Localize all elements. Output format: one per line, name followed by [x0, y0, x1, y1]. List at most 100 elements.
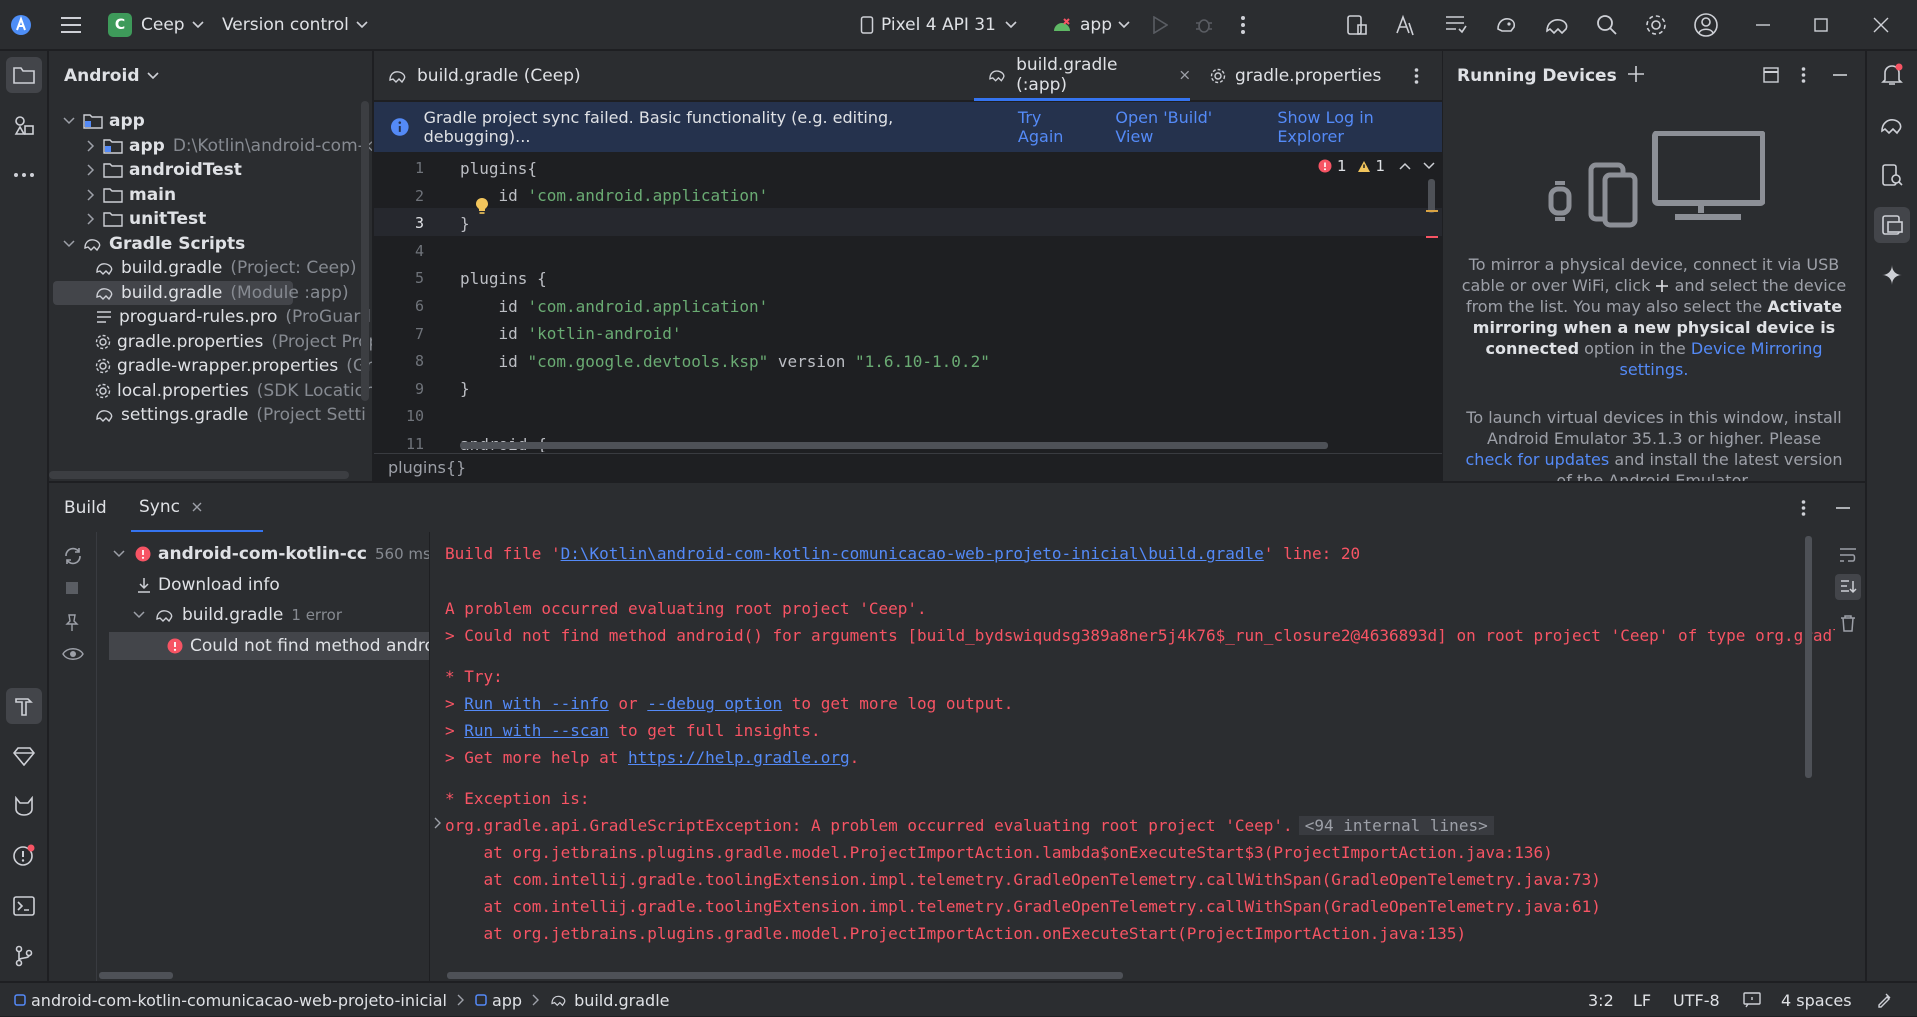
build-tree-scrollbar[interactable]	[99, 972, 173, 979]
editor-horizontal-scrollbar[interactable]	[460, 442, 1328, 449]
chevron-right-icon[interactable]	[87, 213, 95, 225]
chevron-down-icon[interactable]	[63, 117, 75, 125]
device-manager-icon[interactable]	[1345, 0, 1369, 50]
project-tree-item[interactable]: app D:\Kotlin\android-com-ko	[49, 134, 372, 158]
problems-icon[interactable]	[6, 838, 42, 874]
project-tree-item[interactable]: gradle-wrapper.properties(Gra	[49, 354, 372, 378]
minimize-window-icon[interactable]	[1755, 0, 1771, 50]
clear-trash-icon[interactable]	[1840, 614, 1856, 632]
intention-bulb-icon[interactable]	[475, 197, 489, 215]
chevron-right-icon[interactable]	[87, 139, 95, 152]
soft-wrap-icon[interactable]	[1838, 546, 1858, 564]
more-tools-icon[interactable]	[6, 157, 42, 193]
try-again-link[interactable]: Try Again	[1018, 108, 1090, 146]
fold-chevron-icon[interactable]	[434, 817, 442, 829]
build-hammer-icon[interactable]	[6, 688, 42, 724]
scroll-to-end-icon[interactable]	[1835, 574, 1861, 600]
main-menu-icon[interactable]	[60, 0, 82, 50]
more-actions-icon[interactable]	[1240, 0, 1246, 50]
build-tree-item[interactable]: Download info	[97, 571, 429, 599]
version-control-menu[interactable]: Version control	[222, 0, 368, 50]
gemini-sparkle-icon[interactable]	[1874, 257, 1910, 293]
sync-refresh-icon[interactable]	[63, 546, 83, 566]
build-tree-item[interactable]: Could not find method andro	[109, 631, 429, 660]
chevron-right-icon[interactable]	[87, 164, 95, 176]
chevron-down-icon[interactable]	[113, 550, 125, 558]
project-tree-item[interactable]: build.gradle (Project: Ceep)	[49, 256, 372, 280]
editor-vertical-scrollbar[interactable]	[1428, 179, 1435, 213]
indent-setting[interactable]: 4 spaces	[1781, 983, 1852, 1017]
inspection-widget[interactable]: 1 1	[1318, 156, 1435, 176]
chevron-right-icon[interactable]	[87, 188, 95, 201]
build-file-link[interactable]: D:\Kotlin\android-com-kotlin-comunicacao…	[561, 544, 1264, 563]
build-console[interactable]: Build file ' D:\Kotlin\android-com-kotlin…	[431, 532, 1835, 981]
translate-icon[interactable]	[1394, 0, 1418, 50]
tab-gradle-properties[interactable]: gradle.properties	[1210, 51, 1381, 101]
project-tree-item[interactable]: Gradle Scripts	[49, 232, 372, 256]
run-with-info-link[interactable]: Run with --info	[464, 694, 609, 713]
project-tree-item[interactable]: gradle.properties (Project Prop	[49, 330, 372, 354]
resource-manager-icon[interactable]	[6, 107, 42, 143]
show-log-link[interactable]: Show Log in Explorer	[1277, 108, 1442, 146]
project-tree-item[interactable]: unitTest	[49, 207, 372, 231]
breadcrumb-module[interactable]: app	[492, 991, 522, 1010]
build-tool-title[interactable]: Build	[64, 483, 107, 533]
project-tree-item[interactable]: proguard-rules.pro (ProGuard R	[49, 305, 372, 329]
build-options-icon[interactable]	[1801, 499, 1806, 517]
running-devices-icon[interactable]	[1874, 207, 1910, 243]
run-button[interactable]	[1152, 0, 1168, 50]
gradle-tool-icon[interactable]	[1874, 107, 1910, 143]
project-switcher[interactable]: C Ceep	[108, 0, 204, 50]
run-config-selector[interactable]: app	[1052, 0, 1130, 50]
tab-build-gradle-ceep[interactable]: build.gradle (Ceep)	[388, 51, 581, 101]
close-tab-icon[interactable]	[1180, 70, 1190, 80]
project-horizontal-scrollbar[interactable]	[49, 471, 349, 479]
terminal-icon[interactable]	[6, 888, 42, 924]
tab-options-icon[interactable]	[1414, 51, 1419, 101]
code-breadcrumb[interactable]: plugins{}	[374, 453, 1442, 481]
maximize-window-icon[interactable]	[1814, 0, 1828, 50]
notifications-bell-icon[interactable]	[1874, 57, 1910, 93]
project-scrollbar[interactable]	[361, 101, 369, 401]
chevron-down-icon[interactable]	[1423, 162, 1435, 170]
project-view-selector[interactable]: Android	[64, 51, 159, 101]
settings-gear-icon[interactable]	[1644, 0, 1668, 50]
stop-square-icon[interactable]	[65, 581, 79, 595]
device-file-explorer-icon[interactable]	[1874, 157, 1910, 193]
account-avatar-icon[interactable]	[1693, 0, 1719, 50]
line-separator[interactable]: LF	[1633, 983, 1651, 1017]
file-encoding[interactable]: UTF-8	[1673, 983, 1720, 1017]
tab-build-gradle-app[interactable]: build.gradle (:app)	[974, 51, 1190, 101]
project-tree-item[interactable]: settings.gradle (Project Setti	[49, 403, 372, 427]
build-tree-item[interactable]: android-com-kotlin-cc 560 ms	[97, 540, 429, 568]
gradle-sync-icon[interactable]	[1494, 0, 1518, 50]
gradle-elephant-icon[interactable]	[1544, 0, 1570, 50]
debug-option-link[interactable]: --debug option	[647, 694, 782, 713]
code-area[interactable]: 1 plugins{2 id 'com.android.application' 3…	[374, 152, 1442, 452]
project-tree-item[interactable]: local.properties (SDK Location	[49, 379, 372, 403]
panel-options-icon[interactable]	[1801, 66, 1806, 84]
app-quality-insights-icon[interactable]	[6, 738, 42, 774]
android-studio-logo-icon[interactable]	[10, 0, 36, 50]
panel-layout-icon[interactable]	[1763, 67, 1779, 83]
readonly-toggle-icon[interactable]	[1743, 983, 1761, 1017]
internal-lines-folded[interactable]: <94 internal lines>	[1298, 815, 1494, 835]
project-tree-item[interactable]: androidTest	[49, 158, 372, 182]
project-tree-item[interactable]: build.gradle (Module :app)	[53, 280, 349, 305]
check-for-updates-link[interactable]: check for updates	[1466, 450, 1610, 469]
console-horizontal-scrollbar[interactable]	[447, 972, 1123, 979]
device-selector[interactable]: Pixel 4 API 31	[860, 0, 1017, 50]
lock-icon[interactable]	[1876, 983, 1892, 1017]
build-tree-item[interactable]: build.gradle 1 error	[97, 601, 429, 629]
run-with-scan-link[interactable]: Run with --scan	[464, 721, 609, 740]
search-icon[interactable]	[1596, 0, 1618, 50]
sync-list-icon[interactable]	[1444, 0, 1468, 50]
caret-position[interactable]: 3:2	[1588, 983, 1614, 1017]
chevron-up-icon[interactable]	[1399, 162, 1411, 170]
breadcrumb-file[interactable]: build.gradle	[574, 991, 669, 1010]
pin-icon[interactable]	[65, 614, 79, 632]
gradle-help-link[interactable]: https://help.gradle.org	[628, 748, 850, 767]
git-branch-icon[interactable]	[6, 938, 42, 974]
open-build-view-link[interactable]: Open 'Build' View	[1115, 108, 1252, 146]
project-tree-item[interactable]: main	[49, 183, 372, 207]
